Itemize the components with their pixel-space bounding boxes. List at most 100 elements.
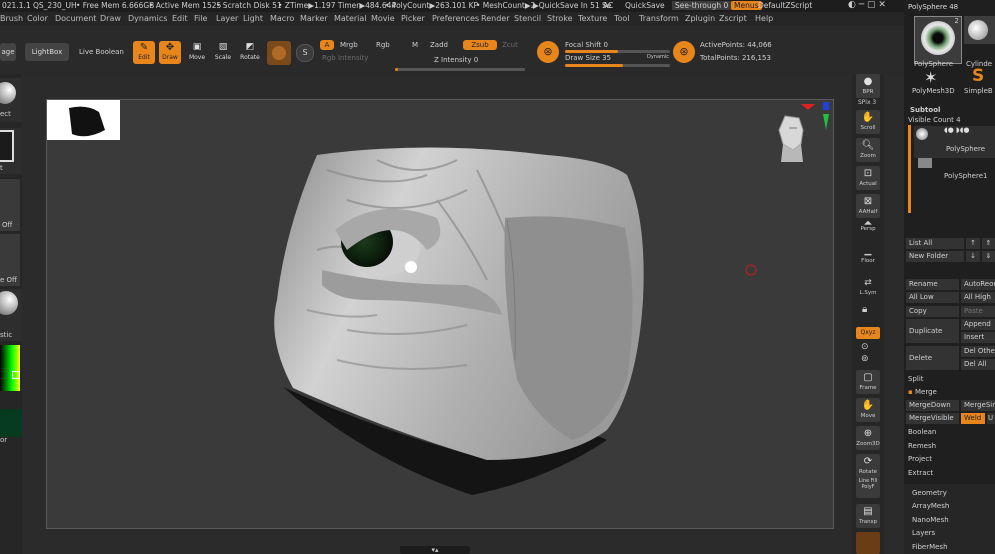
focal-shift-slider[interactable]	[565, 50, 670, 53]
material-swatch[interactable]	[267, 41, 291, 65]
copy-button[interactable]: Copy	[906, 306, 959, 317]
menu-help[interactable]: Help	[755, 14, 773, 23]
menu-color[interactable]: Color	[27, 14, 48, 23]
menu-picker[interactable]: Picker	[401, 14, 425, 23]
rgb-brush-button[interactable]: ⊛	[673, 41, 695, 63]
arrow-down-double-icon[interactable]: ⇓	[982, 251, 995, 262]
a-button[interactable]: A	[320, 40, 334, 50]
document-canvas[interactable]	[46, 99, 834, 529]
local-icon[interactable]: ⊙	[861, 342, 869, 352]
menu-render[interactable]: Render	[481, 14, 509, 23]
window-controls[interactable]: ◐ ─ ▢ ✕	[848, 0, 886, 10]
scroll-button[interactable]: ✋ Scroll	[856, 110, 880, 134]
floor-button[interactable]: ▁ Floor	[856, 244, 880, 268]
menu-tool[interactable]: Tool	[614, 14, 630, 23]
menu-light[interactable]: Light	[243, 14, 263, 23]
quicksave-button[interactable]: QuickSave	[625, 1, 665, 10]
rgb-intensity-slider[interactable]: Rgb Intensity	[322, 54, 368, 62]
scale-button[interactable]: ▧ Scale	[212, 41, 234, 64]
bpr-button[interactable]: ● BPR	[856, 74, 880, 98]
menu-preferences[interactable]: Preferences	[432, 14, 479, 23]
linefill-button[interactable]: Line Fill PolyF	[856, 478, 880, 498]
texture-off-button[interactable]: e Off	[0, 234, 20, 286]
home-page-button[interactable]: age	[0, 43, 16, 61]
visible-count[interactable]: Visible Count 4	[908, 116, 961, 124]
menu-movie[interactable]: Movie	[371, 14, 395, 23]
zadd-button[interactable]: Zadd	[430, 41, 448, 49]
menu-document[interactable]: Document	[55, 14, 96, 23]
menu-zscript[interactable]: Zscript	[719, 14, 747, 23]
frame-button[interactable]: ▢ Frame	[856, 370, 880, 394]
nanomesh-section[interactable]: NanoMesh	[912, 516, 949, 524]
merge-section[interactable]: ▪ Merge	[908, 388, 937, 396]
move-button[interactable]: ▣ Move	[186, 41, 208, 64]
z-intensity-slider[interactable]	[395, 68, 525, 71]
duplicate-button[interactable]: Duplicate	[906, 319, 959, 343]
subtool-item-polysphere[interactable]: ◖● ◗◖● PolySphere	[914, 126, 995, 158]
zsub-button[interactable]: Zsub	[463, 40, 497, 50]
menu-file[interactable]: File	[194, 14, 207, 23]
live-boolean-button[interactable]: Live Boolean	[79, 48, 124, 56]
lightbox-button[interactable]: LightBox	[25, 43, 69, 61]
m-button[interactable]: M	[412, 41, 418, 49]
menu-marker[interactable]: Marker	[300, 14, 328, 23]
draw-button[interactable]: ✥ Draw	[159, 41, 181, 64]
move-view-button[interactable]: ✋ Move	[856, 398, 880, 422]
geometry-section[interactable]: Geometry	[912, 489, 947, 497]
menu-brush[interactable]: Brush	[0, 14, 23, 23]
rename-button[interactable]: Rename	[906, 279, 959, 290]
spotlight-icon[interactable]: S	[296, 44, 314, 62]
alpha-off-button[interactable]: Off	[0, 179, 20, 231]
menu-stencil[interactable]: Stencil	[514, 14, 541, 23]
zcut-button[interactable]: Zcut	[502, 41, 518, 49]
arraymesh-section[interactable]: ArrayMesh	[912, 502, 949, 510]
mergevisible-button[interactable]: MergeVisible	[906, 413, 959, 424]
brush-selector[interactable]: ect	[0, 78, 22, 122]
menus-button[interactable]: Menus	[731, 1, 762, 10]
delete-button[interactable]: Delete	[906, 346, 959, 370]
rotate-button[interactable]: ◩ Rotate	[238, 41, 262, 64]
remesh-section[interactable]: Remesh	[908, 442, 936, 450]
subtool-toggle-icons[interactable]: ◖● ◗◖●	[944, 126, 970, 134]
simplebrush-s-icon[interactable]: S	[972, 66, 984, 86]
mergesimilar-button[interactable]: MergeSim	[961, 400, 995, 411]
tool-thumb-cylinder[interactable]	[964, 16, 995, 44]
polymesh-star-icon[interactable]: ✶	[924, 68, 937, 87]
3d-mesh-model[interactable]	[47, 100, 833, 528]
rotate-view-button[interactable]: ⟳ Rotate	[856, 454, 880, 478]
fibermesh-section[interactable]: FiberMesh	[912, 543, 948, 551]
sym-icon[interactable]: ⊚	[861, 354, 869, 364]
ghost-button[interactable]	[856, 532, 880, 554]
focal-brush-button[interactable]: ⊛	[537, 41, 559, 63]
actual-button[interactable]: ⊡ Actual	[856, 166, 880, 190]
xyz-button[interactable]: Qxyz	[856, 327, 880, 339]
project-section[interactable]: Project	[908, 455, 932, 463]
persp-button[interactable]: ◢◣ Persp	[856, 220, 880, 238]
see-through-slider[interactable]: See-through 0	[672, 1, 732, 10]
del-all-button[interactable]: Del All	[961, 359, 995, 370]
color-picker[interactable]	[0, 345, 22, 393]
draw-size-slider[interactable]	[565, 64, 670, 67]
lock-icon[interactable]: 🔒︎	[862, 304, 867, 315]
default-zscript-button[interactable]: DefaultZScript	[758, 1, 812, 10]
menu-zplugin[interactable]: Zplugin	[685, 14, 715, 23]
lsym-button[interactable]: ⇄ L.Sym	[856, 276, 880, 300]
rgb-button[interactable]: Rgb	[376, 41, 390, 49]
menu-edit[interactable]: Edit	[172, 14, 188, 23]
arrow-up-icon[interactable]: ↑	[966, 238, 980, 249]
list-all-button[interactable]: List All	[906, 238, 964, 249]
subtool-scrollbar[interactable]	[908, 125, 911, 213]
mrgb-button[interactable]: Mrgb	[340, 41, 358, 49]
new-folder-button[interactable]: New Folder	[906, 251, 964, 262]
mergedown-button[interactable]: MergeDown	[906, 400, 959, 411]
uv-button[interactable]: U	[987, 413, 995, 424]
dynamic-button[interactable]: Dynamic	[647, 54, 669, 60]
stroke-selector[interactable]: t	[0, 128, 22, 174]
menu-macro[interactable]: Macro	[270, 14, 294, 23]
edit-button[interactable]: ✎ Edit	[133, 41, 155, 64]
del-other-button[interactable]: Del Other	[961, 346, 995, 357]
all-high-button[interactable]: All High	[961, 292, 995, 303]
paste-button[interactable]: Paste	[961, 306, 995, 317]
transp-button[interactable]: ▤ Transp	[856, 504, 880, 528]
zoom-button[interactable]: 🔍︎ Zoom	[856, 138, 880, 162]
